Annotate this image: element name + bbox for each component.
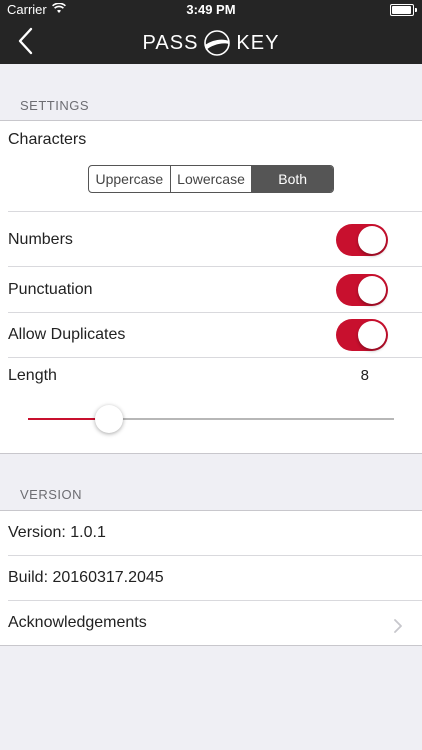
slider-thumb[interactable] [95,405,123,433]
toggle-knob [358,226,386,254]
characters-segmented-control[interactable]: Uppercase Lowercase Both [88,165,334,193]
version-text: Version: 1.0.1 [8,524,106,541]
numbers-toggle[interactable] [336,224,388,256]
length-value: 8 [360,367,369,384]
divider [8,555,422,556]
settings-section-header: SETTINGS [20,98,90,113]
characters-label: Characters [8,131,87,148]
battery-icon [390,4,417,16]
top-bar: Carrier 3:49 PM PASS KEY [0,0,422,64]
segment-uppercase[interactable]: Uppercase [89,166,171,192]
acknowledgements-row[interactable]: Acknowledgements [0,601,422,645]
length-slider[interactable] [28,404,394,434]
allow-duplicates-toggle[interactable] [336,319,388,351]
divider [8,266,422,267]
punctuation-label: Punctuation [8,281,93,298]
divider [8,312,422,313]
segment-lowercase[interactable]: Lowercase [171,166,253,192]
numbers-label: Numbers [8,231,73,248]
logo-text-left: PASS [142,31,199,54]
chevron-right-icon [394,619,402,633]
logo-text-right: KEY [236,31,280,54]
divider [8,211,422,212]
version-group: Version: 1.0.1 Build: 20160317.2045 Ackn… [0,510,422,646]
logo-emblem-icon [204,30,231,56]
punctuation-toggle[interactable] [336,274,388,306]
version-section-header: VERSION [20,487,83,502]
status-bar: Carrier 3:49 PM [0,0,422,20]
clock: 3:49 PM [186,2,236,17]
build-text: Build: 20160317.2045 [8,569,164,586]
length-label: Length [8,367,57,384]
divider [8,357,422,358]
segment-both[interactable]: Both [252,166,333,192]
toggle-knob [358,276,386,304]
allow-duplicates-label: Allow Duplicates [8,326,126,343]
app-logo: PASS KEY [0,28,422,58]
acknowledgements-label: Acknowledgements [8,614,147,631]
toggle-knob [358,321,386,349]
